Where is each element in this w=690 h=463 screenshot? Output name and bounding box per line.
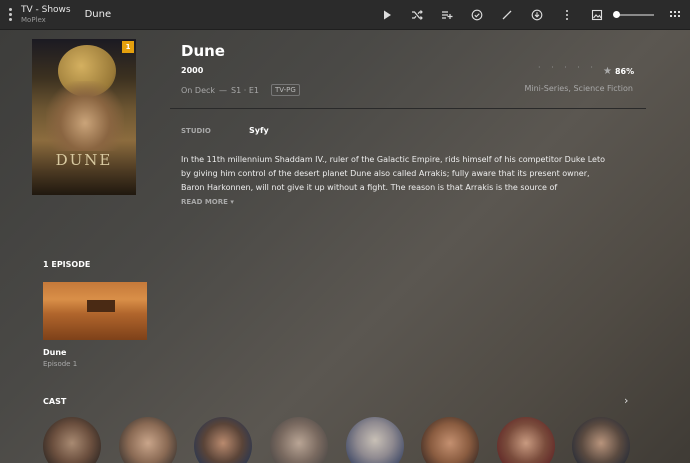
separator: — <box>219 85 228 95</box>
episode-thumbnail[interactable] <box>43 282 147 340</box>
show-poster[interactable]: DUNE 1 <box>32 39 136 195</box>
cast-avatar[interactable] <box>346 417 404 463</box>
server-name: MoPlex <box>21 15 46 24</box>
chevron-right-icon[interactable]: › <box>624 394 628 407</box>
cast-heading: CAST <box>43 397 67 406</box>
artwork-icon[interactable] <box>582 0 612 30</box>
episode-subtitle: Episode 1 <box>43 360 78 368</box>
cast-avatar[interactable] <box>119 417 177 463</box>
slider-knob[interactable] <box>613 11 620 18</box>
content-rating-badge: TV-PG <box>270 84 300 96</box>
studio-value[interactable]: Syfy <box>249 126 269 135</box>
slider-track <box>616 14 654 16</box>
cast-avatar[interactable] <box>497 417 555 463</box>
library-breadcrumb[interactable]: TV - Shows MoPlex <box>21 5 71 25</box>
edit-icon[interactable] <box>492 0 522 30</box>
critic-score: ★ 86% <box>603 66 634 77</box>
episode-thumbnail-art <box>87 300 115 312</box>
poster-cast-art <box>46 81 124 151</box>
episodes-heading: 1 EPISODE <box>43 260 91 269</box>
on-deck-info: On Deck — S1 · E1 TV-PG <box>181 84 300 96</box>
cast-avatar[interactable] <box>43 417 101 463</box>
read-more-label: READ MORE <box>181 198 228 206</box>
play-icon[interactable] <box>372 0 402 30</box>
cast-avatar[interactable] <box>572 417 630 463</box>
star-icon: ★ <box>603 66 612 77</box>
more-icon[interactable] <box>552 0 582 30</box>
chevron-down-icon: ▾ <box>230 198 234 206</box>
library-name: TV - Shows <box>21 4 71 15</box>
on-deck-episode[interactable]: S1 · E1 <box>231 86 259 95</box>
show-title: Dune <box>181 42 225 60</box>
summary-text: In the 11th millennium Shaddam IV., rule… <box>181 155 605 192</box>
cast-avatar[interactable] <box>270 417 328 463</box>
shuffle-icon[interactable] <box>402 0 432 30</box>
score-value: 86% <box>614 67 635 76</box>
user-rating-dots[interactable]: · · · · · <box>538 63 597 72</box>
show-year: 2000 <box>181 66 204 75</box>
studio-label: STUDIO <box>181 127 211 135</box>
unwatched-badge: 1 <box>122 41 134 53</box>
genres: Mini-Series, Science Fiction <box>524 84 633 93</box>
mark-watched-icon[interactable] <box>462 0 492 30</box>
divider <box>170 108 646 109</box>
on-deck-label: On Deck <box>181 85 216 95</box>
page-title: Dune <box>84 9 112 20</box>
add-to-playlist-icon[interactable] <box>432 0 462 30</box>
grid-view-icon[interactable] <box>660 0 690 30</box>
cast-avatar[interactable] <box>194 417 252 463</box>
top-bar: TV - Shows MoPlex Dune <box>0 0 690 30</box>
cast-avatar[interactable] <box>421 417 479 463</box>
size-slider[interactable] <box>612 0 654 30</box>
toolbar <box>372 0 690 30</box>
poster-title-art: DUNE <box>55 151 113 169</box>
episode-title[interactable]: Dune <box>43 348 66 357</box>
read-more-button[interactable]: READ MORE ▾ <box>181 198 234 206</box>
download-icon[interactable] <box>522 0 552 30</box>
menu-icon[interactable] <box>1 0 19 30</box>
